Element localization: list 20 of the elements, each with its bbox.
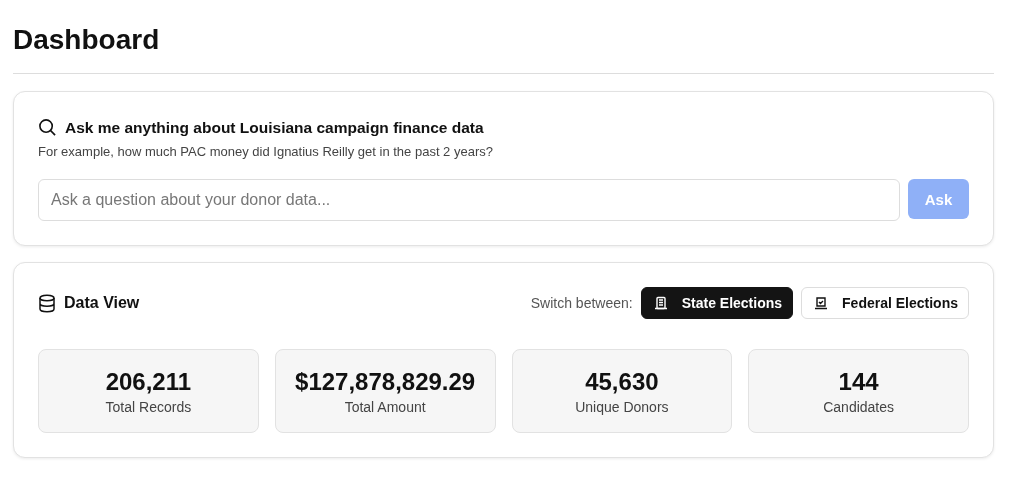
switch-label: Switch between:	[530, 295, 633, 311]
search-icon	[38, 118, 57, 137]
stat-label: Total Records	[105, 398, 192, 415]
page-title: Dashboard	[13, 0, 994, 74]
stat-label: Candidates	[823, 398, 895, 415]
building-icon	[653, 296, 668, 310]
example-text: For example, how much PAC money did Ignatius Reilly get in the past 2 years?	[38, 144, 494, 159]
stat-value: $127,878,829.29	[295, 367, 476, 396]
stat-value: 206,211	[105, 367, 192, 396]
election-toggle[interactable]: Federal Elections	[801, 287, 969, 319]
question-input[interactable]: Ask a question about your donor data...	[38, 179, 900, 221]
ballot-box-icon	[814, 296, 829, 310]
stat-value: 45,630	[585, 367, 659, 396]
stat-value: 144	[838, 367, 879, 396]
stat-label: Total Amount	[344, 398, 426, 415]
election-toggle[interactable]: State Elections	[640, 287, 794, 319]
section-title: Data View	[64, 294, 140, 312]
database-icon	[38, 293, 56, 313]
ask-title: Ask me anything about Louisiana campaign finance data	[65, 118, 484, 137]
stat-label: Unique Donors	[575, 398, 669, 415]
